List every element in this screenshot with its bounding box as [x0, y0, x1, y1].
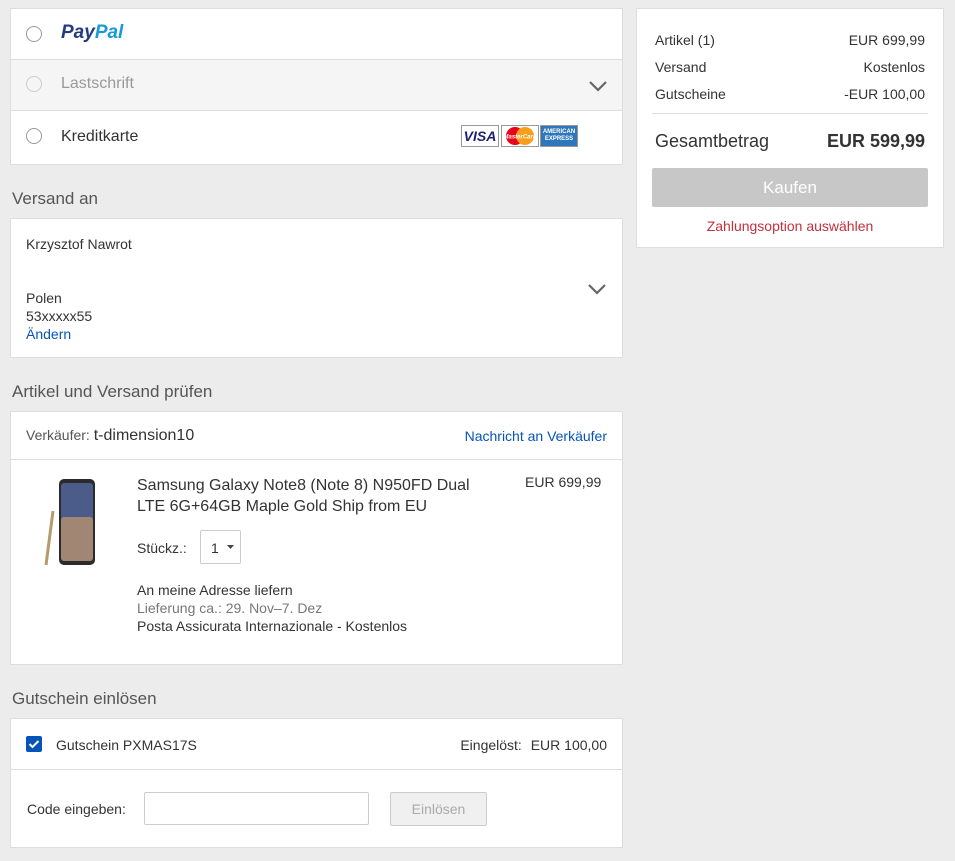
checkmark-icon [28, 740, 40, 749]
amex-logo-icon: AMERICAN EXPRESS [540, 125, 578, 147]
message-seller-link[interactable]: Nachricht an Verkäufer [465, 428, 607, 444]
summary-row: Artikel (1) EUR 699,99 [655, 32, 925, 48]
item-review-panel: Verkäufer: t-dimension10 Nachricht an Ve… [10, 411, 623, 665]
svg-text:MasterCard: MasterCard [503, 135, 536, 141]
kreditkarte-radio[interactable] [26, 128, 42, 144]
payment-option-paypal[interactable]: PayPal [11, 9, 622, 59]
change-address-link[interactable]: Ändern [26, 326, 71, 342]
shipping-phone: 53xxxxx55 [26, 308, 93, 324]
summary-row: Gutscheine -EUR 100,00 [655, 86, 925, 102]
payment-options-panel: PayPal Lastschrift Kreditkarte VISA Mast… [10, 8, 623, 165]
order-summary-panel: Artikel (1) EUR 699,99 Versand Kostenlos… [636, 8, 944, 248]
item-title[interactable]: Samsung Galaxy Note8 (Note 8) N950FD Dua… [137, 475, 470, 517]
voucher-checkbox[interactable] [26, 736, 42, 752]
shipping-address-panel: Krzysztof Nawrot Polen 53xxxxx55 Ändern [10, 218, 623, 358]
voucher-code-input[interactable] [144, 792, 369, 825]
redeem-button[interactable]: Einlösen [390, 792, 487, 826]
buy-button[interactable]: Kaufen [652, 168, 928, 207]
payment-option-lastschrift[interactable]: Lastschrift [11, 60, 622, 110]
voucher-redeemed: Eingelöst: EUR 100,00 [460, 737, 607, 753]
shipping-name: Krzysztof Nawrot [26, 236, 132, 252]
summary-row: Versand Kostenlos [655, 59, 925, 75]
shipping-carrier: Posta Assicurata Internazionale - Kosten… [137, 618, 408, 634]
code-label: Code eingeben: [27, 801, 126, 817]
lastschrift-label: Lastschrift [61, 75, 134, 92]
voucher-panel: Gutschein PXMAS17S Eingelöst: EUR 100,00… [10, 718, 623, 848]
caret-down-icon [227, 545, 234, 549]
item-price: EUR 699,99 [525, 474, 602, 490]
mastercard-logo-icon: MasterCard [501, 125, 539, 147]
seller-label: Verkäufer: [26, 427, 90, 443]
chevron-down-icon[interactable] [587, 283, 607, 295]
quantity-select[interactable]: 1 [200, 530, 241, 564]
total-value: EUR 599,99 [826, 131, 925, 151]
quantity-label: Stückz.: [137, 540, 187, 556]
lastschrift-radio[interactable] [26, 76, 42, 92]
delivery-estimate: Lieferung ca.: 29. Nov–7. Dez [137, 600, 323, 616]
kreditkarte-label: Kreditkarte [61, 128, 139, 145]
seller-row: Verkäufer: t-dimension10 [26, 427, 194, 445]
payment-option-kreditkarte[interactable]: Kreditkarte VISA MasterCard AMERICAN EXP… [11, 111, 622, 164]
total-row: Gesamtbetrag EUR 599,99 [655, 131, 925, 152]
paypal-radio[interactable] [26, 26, 42, 42]
seller-name: t-dimension10 [93, 427, 195, 444]
applied-voucher-label: Gutschein PXMAS17S [56, 737, 197, 753]
shipping-country: Polen [26, 290, 62, 306]
review-heading: Artikel und Versand prüfen [12, 382, 213, 401]
paypal-logo: PayPal [61, 22, 124, 43]
chevron-down-icon[interactable] [588, 80, 608, 92]
visa-logo-icon: VISA [461, 125, 499, 147]
voucher-heading: Gutschein einlösen [12, 689, 157, 708]
shipping-heading: Versand an [12, 189, 99, 208]
payment-hint: Zahlungsoption auswählen [706, 218, 874, 234]
product-image[interactable] [41, 477, 101, 569]
delivery-method: An meine Adresse liefern [137, 582, 293, 598]
total-label: Gesamtbetrag [655, 131, 770, 151]
